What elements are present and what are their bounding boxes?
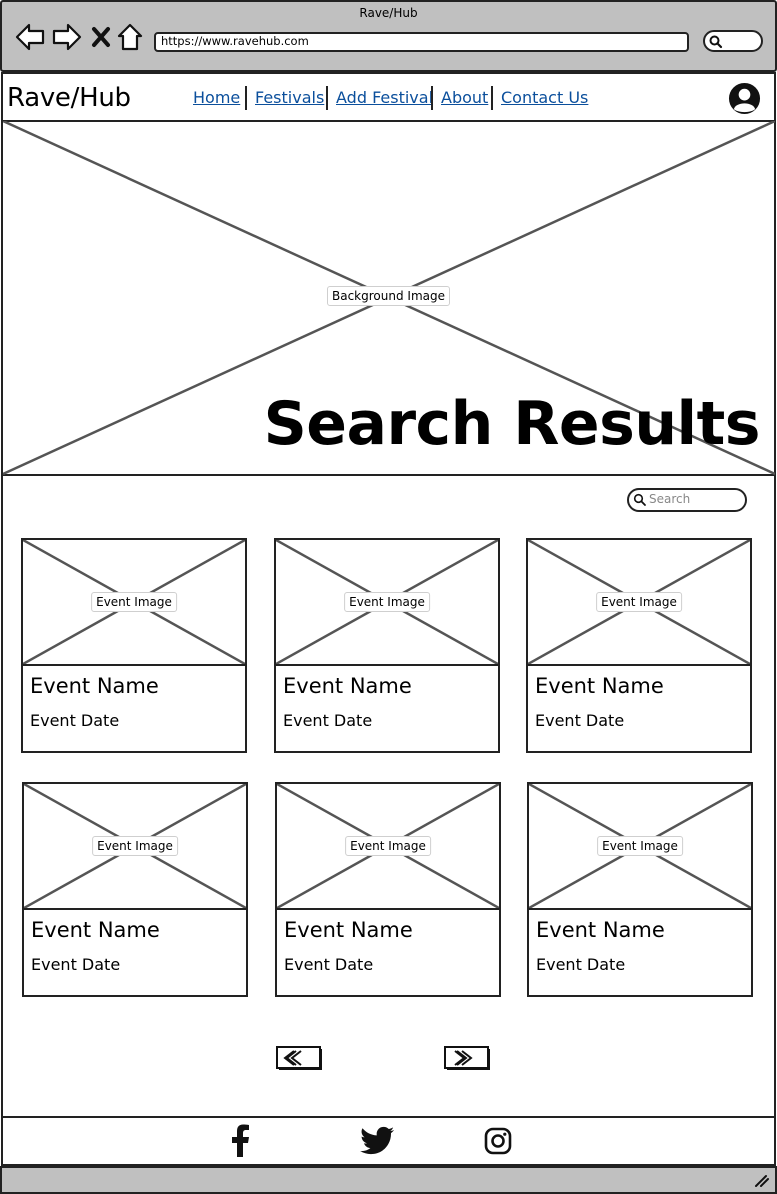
event-image-label: Event Image <box>597 836 683 856</box>
instagram-icon[interactable] <box>484 1127 512 1155</box>
event-date: Event Date <box>536 955 626 974</box>
search-placeholder: Search <box>649 492 691 506</box>
event-name: Event Name <box>536 918 665 942</box>
event-image-label: Event Image <box>344 592 430 612</box>
nav-link-home[interactable]: Home <box>193 88 240 108</box>
resize-grip-icon[interactable] <box>752 1172 770 1188</box>
event-image: Event Image <box>23 540 245 666</box>
home-icon[interactable] <box>117 20 143 54</box>
event-image-label: Event Image <box>596 592 682 612</box>
event-image: Event Image <box>277 784 499 910</box>
event-date: Event Date <box>283 711 373 730</box>
event-date: Event Date <box>31 955 121 974</box>
nav-link-add-festival[interactable]: Add Festival <box>336 88 433 108</box>
close-x-icon[interactable] <box>90 20 112 54</box>
event-name: Event Name <box>535 674 664 698</box>
event-image-label: Event Image <box>91 592 177 612</box>
event-name: Event Name <box>284 918 413 942</box>
event-date: Event Date <box>30 711 120 730</box>
back-arrow-icon[interactable] <box>14 20 46 54</box>
event-name: Event Name <box>283 674 412 698</box>
event-card[interactable]: Event Image Event Name Event Date <box>274 538 500 753</box>
nav-link-about[interactable]: About <box>441 88 488 108</box>
search-input[interactable]: Search <box>627 488 747 512</box>
url-bar[interactable]: https://www.ravehub.com <box>154 32 689 52</box>
browser-status-bar <box>0 1166 777 1194</box>
nav-link-contact-us[interactable]: Contact Us <box>501 88 588 108</box>
site-logo[interactable]: Rave/Hub <box>7 82 131 114</box>
event-image-label: Event Image <box>92 836 178 856</box>
event-image: Event Image <box>528 540 750 666</box>
search-icon <box>633 493 646 506</box>
facebook-icon[interactable] <box>228 1124 252 1158</box>
nav-divider <box>326 86 328 110</box>
nav-divider <box>491 86 493 110</box>
event-image: Event Image <box>529 784 751 910</box>
user-avatar-icon[interactable] <box>728 82 761 115</box>
nav-divider <box>431 86 433 110</box>
event-image-label: Event Image <box>345 836 431 856</box>
event-date: Event Date <box>535 711 625 730</box>
double-chevron-right-icon[interactable] <box>444 1046 492 1072</box>
event-card[interactable]: Event Image Event Name Event Date <box>22 782 248 997</box>
event-name: Event Name <box>31 918 160 942</box>
event-image: Event Image <box>276 540 498 666</box>
url-text: https://www.ravehub.com <box>161 34 309 48</box>
nav-divider <box>245 86 247 110</box>
double-chevron-left-icon[interactable] <box>276 1046 324 1072</box>
event-card[interactable]: Event Image Event Name Event Date <box>275 782 501 997</box>
event-card[interactable]: Event Image Event Name Event Date <box>526 538 752 753</box>
event-card[interactable]: Event Image Event Name Event Date <box>527 782 753 997</box>
hero-image-label: Background Image <box>327 286 450 306</box>
event-card[interactable]: Event Image Event Name Event Date <box>21 538 247 753</box>
forward-arrow-icon[interactable] <box>51 20 83 54</box>
window-title: Rave/Hub <box>359 6 418 20</box>
event-name: Event Name <box>30 674 159 698</box>
browser-search[interactable] <box>703 30 763 52</box>
event-image: Event Image <box>24 784 246 910</box>
search-icon <box>709 35 723 49</box>
page-title: Search Results <box>263 389 761 459</box>
twitter-icon[interactable] <box>360 1126 396 1156</box>
event-date: Event Date <box>284 955 374 974</box>
nav-link-festivals[interactable]: Festivals <box>255 88 324 108</box>
